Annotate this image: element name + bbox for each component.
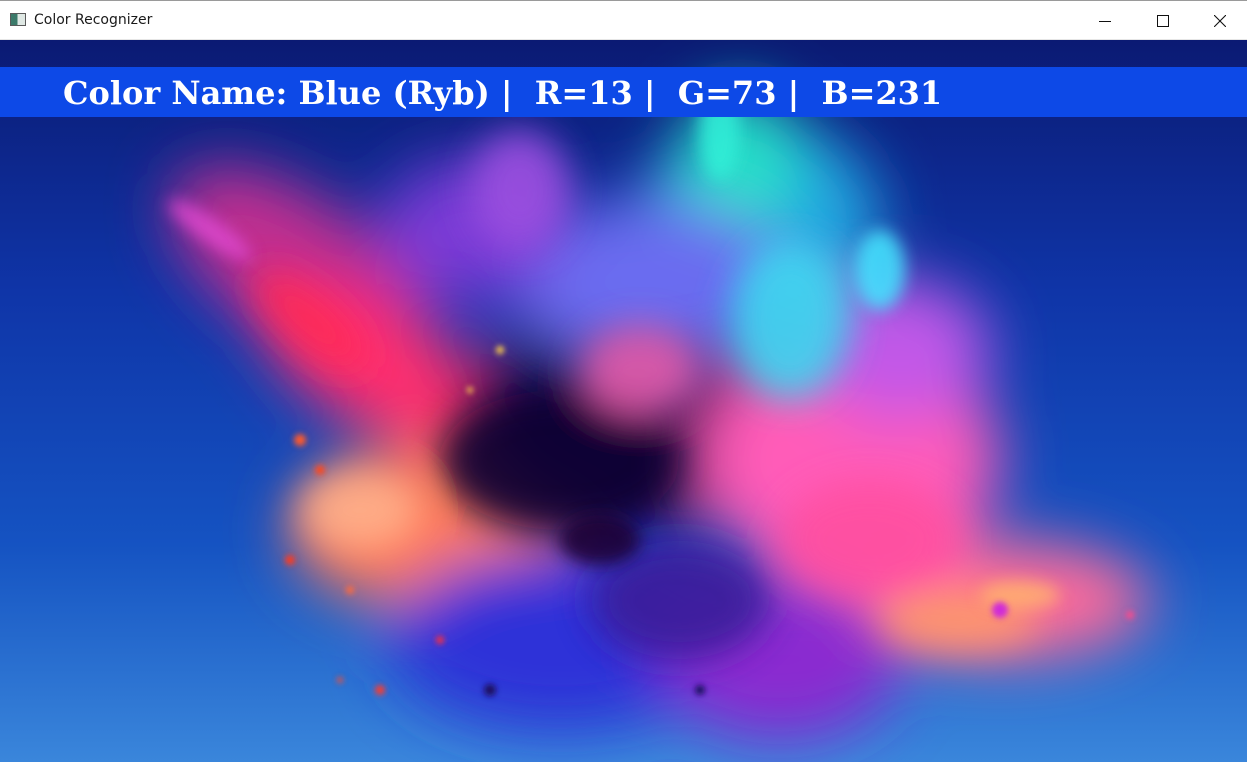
close-icon bbox=[1213, 14, 1226, 27]
maximize-icon bbox=[1157, 14, 1169, 27]
app-window-icon bbox=[10, 13, 26, 26]
close-button[interactable] bbox=[1192, 1, 1247, 40]
minimize-icon bbox=[1099, 20, 1111, 22]
maximize-button[interactable] bbox=[1134, 1, 1192, 40]
image-canvas[interactable]: Color Name: Blue (Ryb) | R=13 | G=73 | B… bbox=[0, 40, 1247, 762]
color-powder-explosion-image[interactable] bbox=[0, 40, 1247, 762]
app-window: Color Recognizer Color Name: Blue (Ryb) … bbox=[0, 0, 1247, 762]
color-info-banner: Color Name: Blue (Ryb) | R=13 | G=73 | B… bbox=[0, 67, 1247, 117]
minimize-button[interactable] bbox=[1076, 1, 1134, 40]
title-bar[interactable]: Color Recognizer bbox=[0, 0, 1247, 40]
window-title: Color Recognizer bbox=[34, 12, 153, 28]
color-info-text: Color Name: Blue (Ryb) | R=13 | G=73 | B… bbox=[63, 74, 943, 112]
